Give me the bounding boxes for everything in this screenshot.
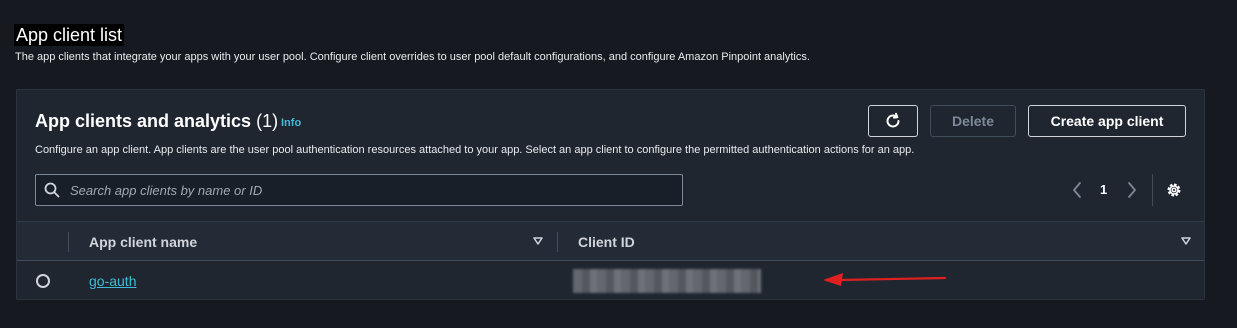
pager-divider [1152,174,1153,206]
panel-title: App clients and analytics (1) [35,111,278,132]
info-link[interactable]: Info [281,117,301,129]
panel-count: (1) [256,111,279,131]
create-app-client-button[interactable]: Create app client [1028,105,1186,137]
caret-down-icon[interactable] [533,237,543,245]
table-header: App client name Client ID [17,221,1204,261]
redacted-client-id [573,269,761,293]
refresh-button[interactable] [868,105,918,137]
refresh-icon [886,112,900,128]
search-icon [44,182,60,198]
page-number[interactable]: 1 [1100,182,1107,197]
column-separator[interactable] [557,232,558,252]
search-input[interactable] [68,181,672,199]
table-row: go-auth [17,261,1204,299]
chevron-right-icon[interactable] [1127,181,1137,199]
search-box[interactable] [35,174,683,206]
column-separator[interactable] [68,232,69,252]
page-title: App client list [14,24,125,46]
caret-down-icon[interactable] [1181,237,1191,245]
gear-icon[interactable] [1165,181,1183,199]
panel-title-text: App clients and analytics [35,111,252,131]
delete-button[interactable]: Delete [930,105,1016,137]
column-header-client-id[interactable]: Client ID [578,234,635,250]
app-clients-panel: App clients and analytics (1) Info Confi… [16,89,1205,300]
column-header-app-client-name[interactable]: App client name [89,234,197,250]
chevron-left-icon[interactable] [1072,181,1082,199]
panel-description: Configure an app client. App clients are… [35,144,915,156]
app-client-name-link[interactable]: go-auth [89,273,136,289]
page-description: The app clients that integrate your apps… [15,51,810,63]
arrow-left-icon [823,273,947,286]
row-select-radio[interactable] [36,274,50,288]
